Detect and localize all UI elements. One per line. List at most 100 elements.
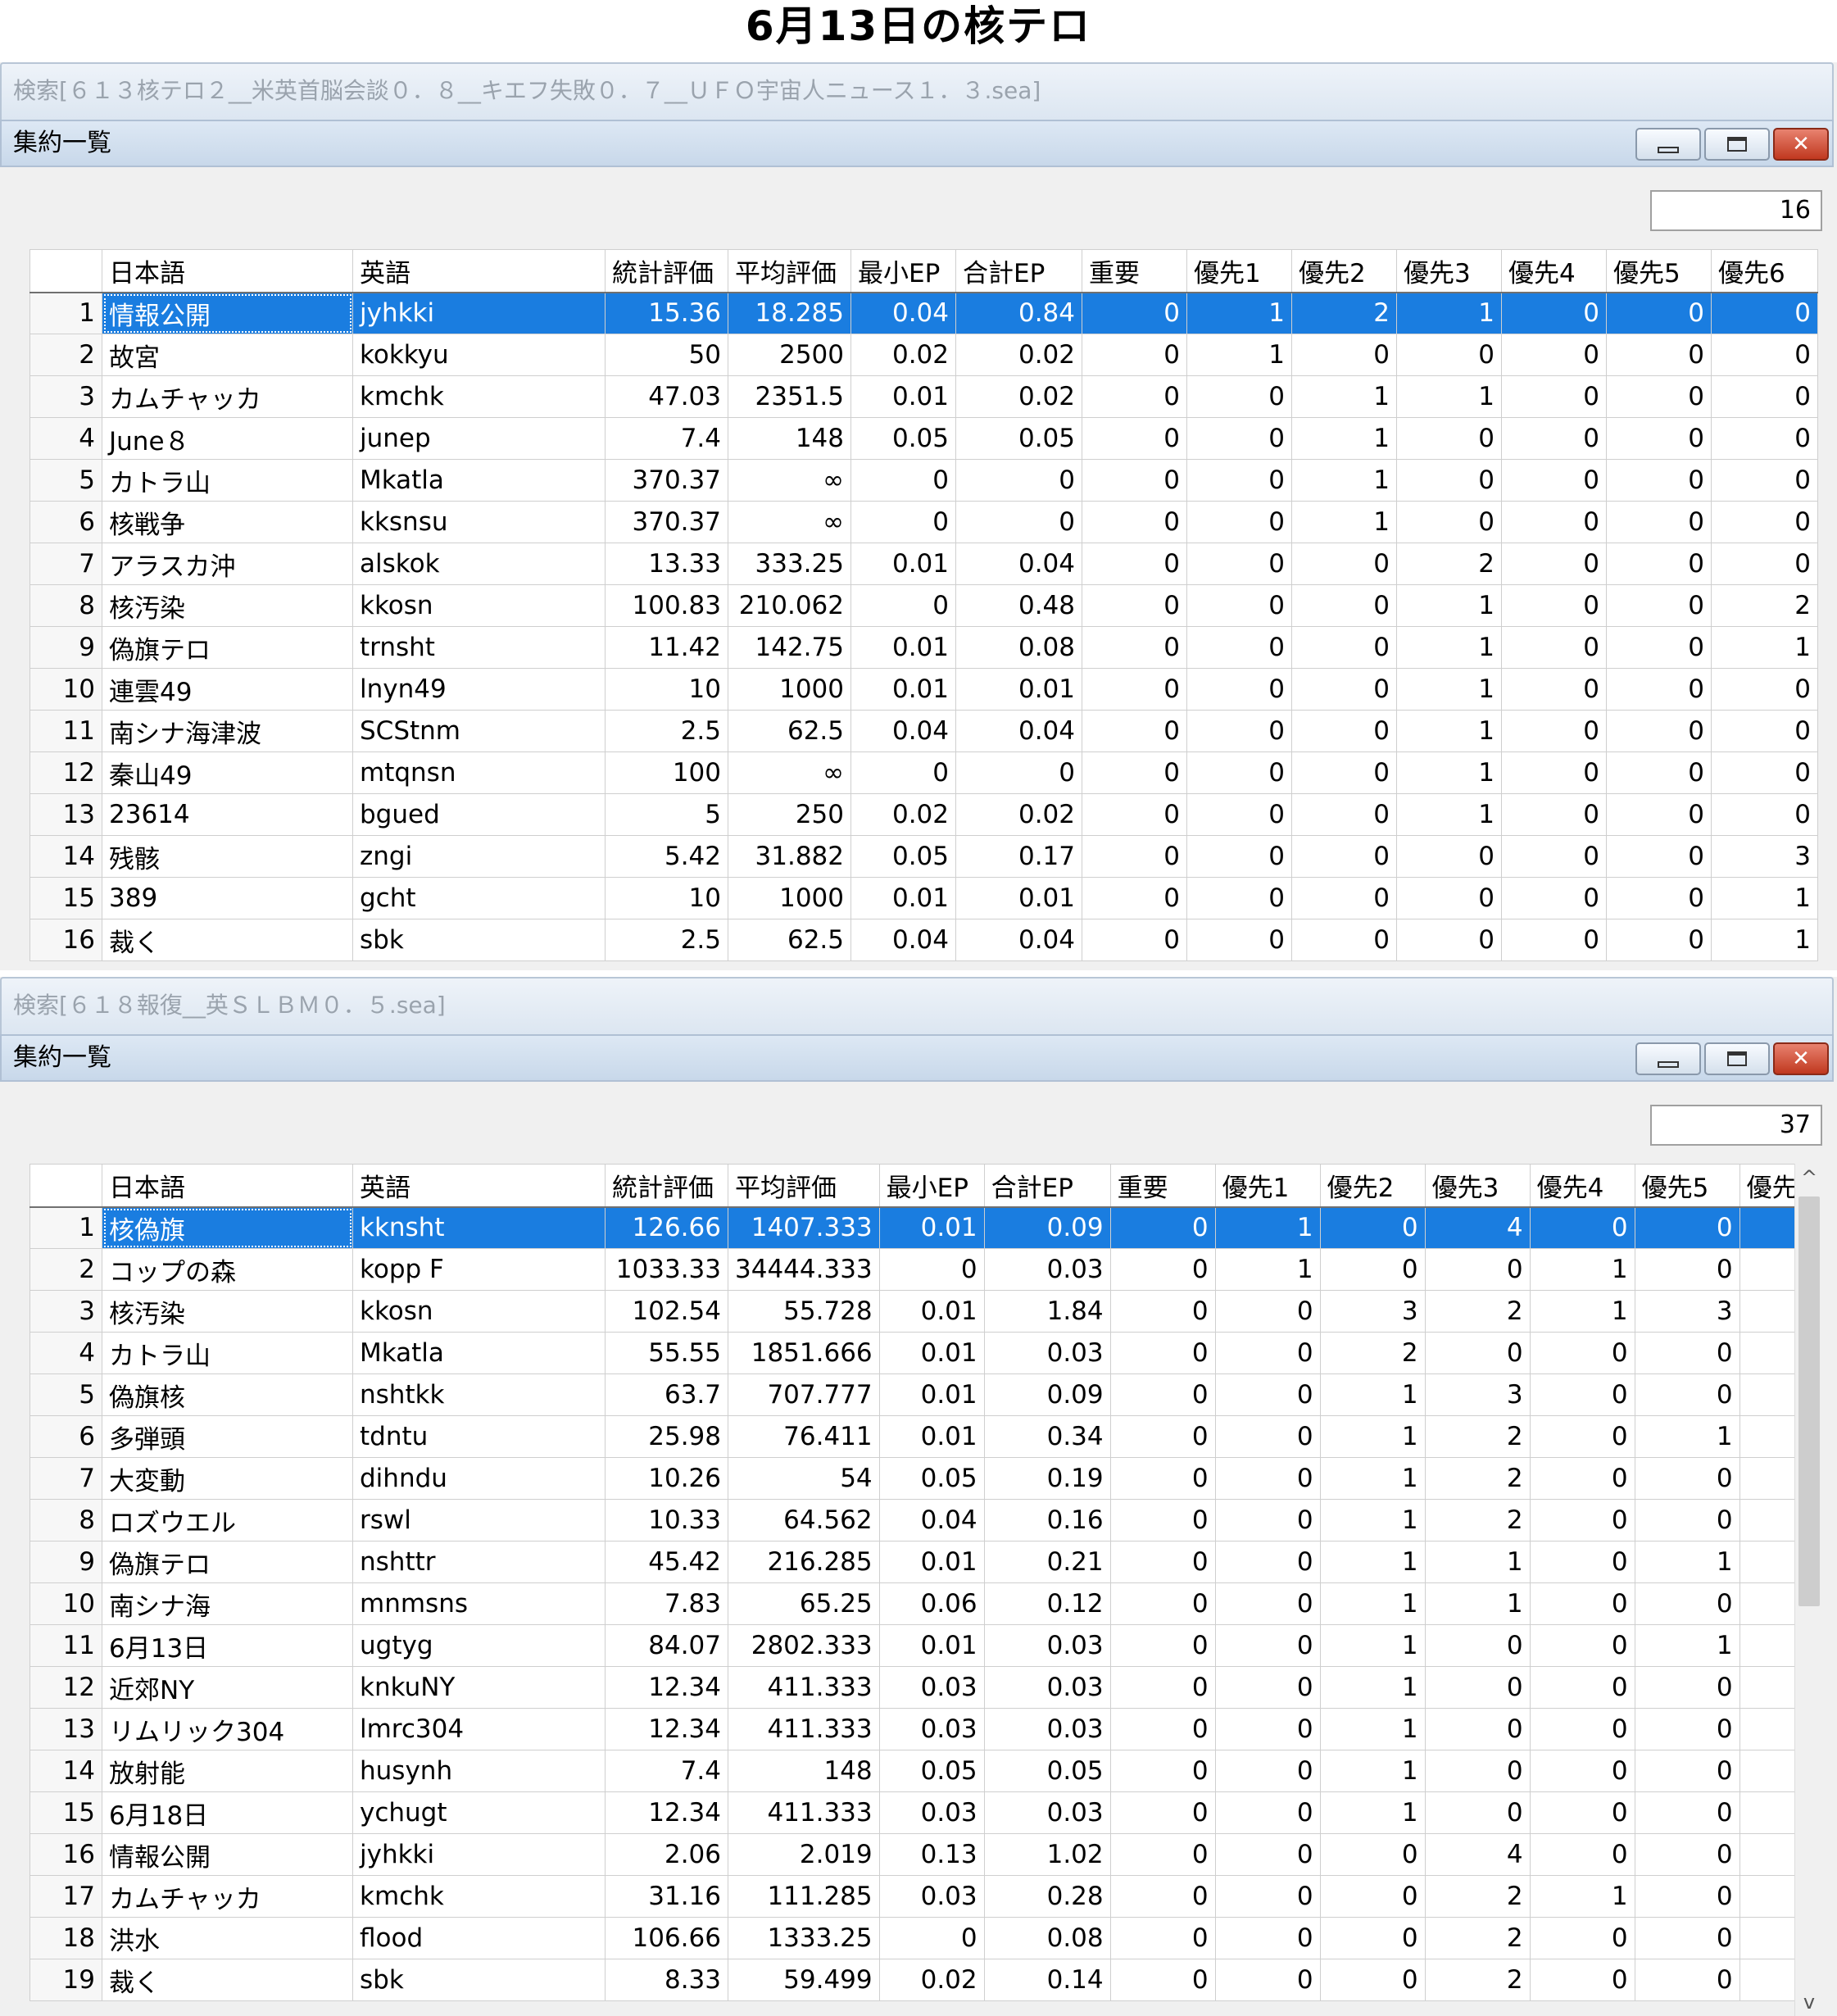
- table-cell[interactable]: 0.01: [878, 1332, 985, 1374]
- table-cell[interactable]: 0: [1634, 1666, 1740, 1709]
- column-header[interactable]: 優先6: [1711, 249, 1818, 293]
- table-cell[interactable]: 連雲49: [102, 668, 353, 711]
- table-cell[interactable]: 1: [1529, 1290, 1635, 1333]
- close-button[interactable]: ✕: [1773, 1042, 1829, 1075]
- table-cell[interactable]: 0.05: [983, 1750, 1111, 1792]
- table-cell[interactable]: 10.26: [605, 1457, 728, 1500]
- table-cell[interactable]: 南シナ海津波: [102, 710, 353, 752]
- table-cell[interactable]: 1: [1319, 1457, 1426, 1500]
- table-cell[interactable]: 0.12: [983, 1582, 1111, 1625]
- table-cell[interactable]: 0: [878, 1248, 985, 1291]
- table-cell[interactable]: 142.75: [728, 626, 851, 669]
- table-cell[interactable]: 0: [1606, 710, 1712, 752]
- table-cell[interactable]: 0: [1501, 710, 1607, 752]
- table-cell[interactable]: 1: [1319, 1582, 1426, 1625]
- table-cell[interactable]: 偽旗テロ: [102, 1541, 353, 1583]
- table-cell[interactable]: 1: [1319, 1541, 1426, 1583]
- table-row[interactable]: 13 23614 bgued 5 250 0.02 0.02 0 0 0 1 0 0 0: [29, 793, 1818, 836]
- table-cell[interactable]: 0: [1424, 1248, 1531, 1291]
- table-cell[interactable]: 0: [1291, 543, 1397, 585]
- table-cell[interactable]: 0: [1186, 793, 1292, 836]
- table-cell[interactable]: 0: [1109, 1332, 1216, 1374]
- table-cell[interactable]: 0: [1291, 334, 1397, 376]
- table-cell[interactable]: kmchk: [352, 375, 606, 418]
- table-cell[interactable]: 0: [1109, 1499, 1216, 1542]
- table-row[interactable]: 1 核偽旗 kknsht 126.66 1407.333 0.01 0.09 0 1 0 4 0 0: [29, 1206, 1808, 1249]
- table-cell[interactable]: 1: [1319, 1791, 1426, 1834]
- table-cell[interactable]: 0: [1634, 1582, 1740, 1625]
- table-cell[interactable]: 64.562: [728, 1499, 880, 1542]
- table-cell[interactable]: 2: [1711, 584, 1818, 627]
- table-cell[interactable]: rswl: [352, 1499, 606, 1542]
- table-cell[interactable]: 0.09: [983, 1374, 1111, 1416]
- table-cell[interactable]: 0: [1291, 626, 1397, 669]
- table-cell[interactable]: 1000: [728, 877, 851, 919]
- table-cell[interactable]: 0.48: [955, 584, 1082, 627]
- table-cell[interactable]: 1: [1319, 1708, 1426, 1750]
- table-cell[interactable]: 情報公開: [102, 292, 353, 334]
- table-cell[interactable]: sbk: [352, 919, 606, 961]
- table-cell[interactable]: 0.02: [850, 793, 956, 836]
- table-cell[interactable]: 1: [1214, 1248, 1321, 1291]
- table-cell[interactable]: 0: [1424, 1624, 1531, 1667]
- table-cell[interactable]: 2.019: [728, 1833, 880, 1876]
- table-cell[interactable]: flood: [352, 1917, 606, 1959]
- table-cell[interactable]: 0: [1424, 1332, 1531, 1374]
- table-cell[interactable]: 0: [1109, 1875, 1216, 1918]
- table-cell[interactable]: 0: [1186, 877, 1292, 919]
- table-cell[interactable]: 情報公開: [102, 1833, 353, 1876]
- table-cell[interactable]: kopp F: [352, 1248, 606, 1291]
- table-cell[interactable]: 100.83: [605, 584, 728, 627]
- table-cell[interactable]: 0: [1529, 1374, 1635, 1416]
- table-cell[interactable]: 2.06: [605, 1833, 728, 1876]
- table-cell[interactable]: 0: [1501, 459, 1607, 502]
- table-cell[interactable]: 0: [1606, 626, 1712, 669]
- table-row[interactable]: 11 6月13日 ugtyg 84.07 2802.333 0.01 0.03 0 0 1 0 0 1: [29, 1624, 1808, 1667]
- table-cell[interactable]: 0: [1529, 1666, 1635, 1709]
- table-cell[interactable]: ∞: [728, 459, 851, 502]
- table-cell[interactable]: 0: [1109, 1666, 1216, 1709]
- column-header[interactable]: 統計評価: [605, 249, 728, 293]
- table-cell[interactable]: 0: [1529, 1457, 1635, 1500]
- table-cell[interactable]: 13.33: [605, 543, 728, 585]
- table-cell[interactable]: 0: [1214, 1959, 1321, 2001]
- table-cell[interactable]: 0.03: [878, 1708, 985, 1750]
- table-cell[interactable]: 0.04: [955, 710, 1082, 752]
- column-header[interactable]: 日本語: [102, 1164, 353, 1208]
- table-cell[interactable]: 148: [728, 1750, 880, 1792]
- table-cell[interactable]: 0.03: [983, 1332, 1111, 1374]
- table-cell[interactable]: 0: [1711, 501, 1818, 543]
- table-cell[interactable]: 0: [1109, 1541, 1216, 1583]
- table-cell[interactable]: 0: [1424, 1708, 1531, 1750]
- table-cell[interactable]: 0: [1529, 1415, 1635, 1458]
- table-cell[interactable]: 15.36: [605, 292, 728, 334]
- table-cell[interactable]: コップの森: [102, 1248, 353, 1291]
- table-cell[interactable]: 1.84: [983, 1290, 1111, 1333]
- table-cell[interactable]: 1: [1634, 1624, 1740, 1667]
- table-cell[interactable]: 0: [1396, 877, 1502, 919]
- table-cell[interactable]: 0: [1214, 1499, 1321, 1542]
- table-cell[interactable]: 0: [850, 584, 956, 627]
- table-cell[interactable]: 0: [1501, 835, 1607, 878]
- table-cell[interactable]: 0: [1501, 292, 1607, 334]
- column-header[interactable]: 日本語: [102, 249, 353, 293]
- table-cell[interactable]: 2: [1424, 1875, 1531, 1918]
- table-cell[interactable]: 0: [1186, 710, 1292, 752]
- scroll-down-icon[interactable]: v: [1795, 1988, 1823, 2016]
- table-cell[interactable]: 0: [1711, 292, 1818, 334]
- table-cell[interactable]: 偽旗テロ: [102, 626, 353, 669]
- table-cell[interactable]: 0: [1501, 626, 1607, 669]
- table-cell[interactable]: 1: [1186, 334, 1292, 376]
- table-cell[interactable]: 0: [1082, 292, 1187, 334]
- table-cell[interactable]: 0: [1082, 626, 1187, 669]
- scroll-up-icon[interactable]: ^: [1795, 1164, 1823, 1192]
- table-cell[interactable]: 0: [1634, 1499, 1740, 1542]
- table-cell[interactable]: 3: [1319, 1290, 1426, 1333]
- table-row[interactable]: 2 故宮 kokkyu 50 2500 0.02 0.02 0 1 0 0 0 0 0: [29, 334, 1818, 376]
- table-cell[interactable]: 210.062: [728, 584, 851, 627]
- table-cell[interactable]: 0: [1529, 1624, 1635, 1667]
- table-cell[interactable]: 0.05: [850, 417, 956, 460]
- table-cell[interactable]: 1: [1291, 417, 1397, 460]
- column-header[interactable]: 重要: [1082, 249, 1187, 293]
- table-cell[interactable]: 4: [1424, 1833, 1531, 1876]
